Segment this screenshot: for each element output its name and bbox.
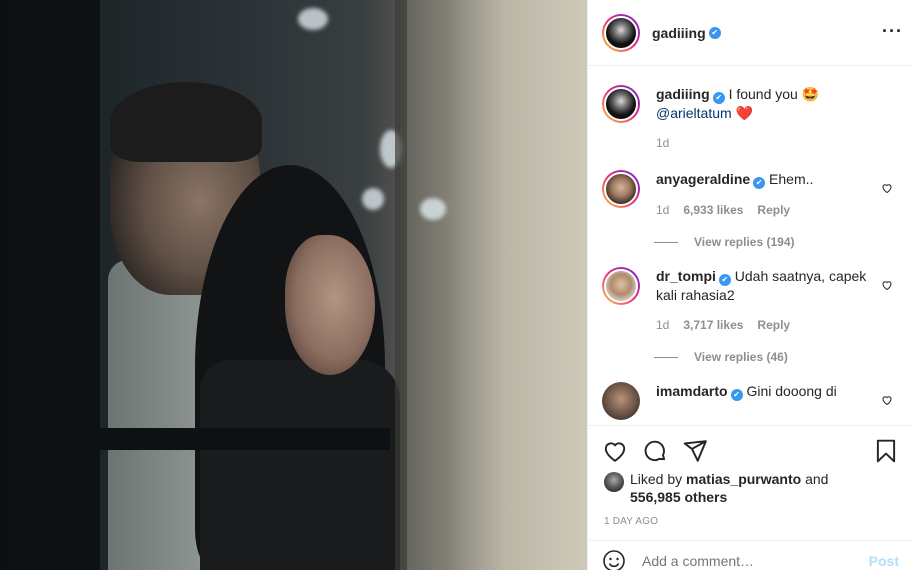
more-options-icon[interactable]: ··· xyxy=(882,22,903,40)
star-struck-emoji: 🤩 xyxy=(801,86,820,102)
author-avatar[interactable] xyxy=(602,13,640,52)
photo-frame-right xyxy=(395,0,407,570)
comment-item: imamdarto ✔ Gini dooong di xyxy=(602,364,899,420)
commenter-username[interactable]: imamdarto xyxy=(656,383,728,399)
caption-text: I found you xyxy=(728,86,798,102)
comment-text: Ehem.. xyxy=(769,171,814,187)
comment-input[interactable] xyxy=(642,552,869,569)
bookmark-icon[interactable] xyxy=(873,438,899,464)
action-bar xyxy=(588,425,913,475)
comment-likes-count[interactable]: 6,933 likes xyxy=(683,201,743,219)
comment-bubble-icon[interactable] xyxy=(642,438,668,464)
photo-bokeh xyxy=(298,8,328,30)
like-heart-icon[interactable] xyxy=(602,438,628,464)
post-photo[interactable] xyxy=(0,0,587,570)
red-heart-emoji: ❤️ xyxy=(735,105,754,121)
post-comment-button[interactable]: Post xyxy=(869,553,899,569)
photo-frame-left xyxy=(0,0,100,570)
view-replies-button[interactable]: View replies (46) xyxy=(654,350,899,364)
like-comment-heart-icon[interactable] xyxy=(881,182,893,194)
add-comment-bar: Post xyxy=(588,540,913,570)
post-timestamp[interactable]: 1 DAY AGO xyxy=(604,516,658,527)
post-header: gadiiing ✔ ··· xyxy=(588,0,913,66)
caption-time[interactable]: 1d xyxy=(656,134,669,152)
like-comment-heart-icon[interactable] xyxy=(881,394,893,406)
photo-woman-face xyxy=(285,235,375,375)
comment-time[interactable]: 1d xyxy=(656,316,669,334)
verified-badge-icon: ✔ xyxy=(718,274,731,286)
view-replies-label: View replies (46) xyxy=(694,350,788,364)
likes-others-count[interactable]: 556,985 others xyxy=(630,489,727,505)
post-side-panel: gadiiing ✔ ··· gadiiing ✔ I found you 🤩 @… xyxy=(587,0,913,570)
reply-button[interactable]: Reply xyxy=(757,316,790,334)
comment-item: dr_tompi ✔ Udah saatnya, capek kali rahas… xyxy=(602,249,899,334)
view-replies-label: View replies (194) xyxy=(694,235,795,249)
verified-badge-icon: ✔ xyxy=(708,26,721,39)
share-send-icon[interactable] xyxy=(682,438,708,464)
liker-username[interactable]: matias_purwanto xyxy=(686,471,801,487)
liked-by-summary: Liked by matias_purwanto and 556,985 oth… xyxy=(604,470,899,506)
photo-window-light xyxy=(400,0,587,570)
verified-badge-icon: ✔ xyxy=(753,177,766,189)
liker-avatar[interactable] xyxy=(604,472,624,492)
comment-likes-count[interactable]: 3,717 likes xyxy=(683,316,743,334)
view-replies-button[interactable]: View replies (194) xyxy=(654,235,899,249)
verified-badge-icon: ✔ xyxy=(712,92,725,104)
comments-list[interactable]: gadiiing ✔ I found you 🤩 @arieltatum ❤️ 1… xyxy=(588,67,913,425)
verified-badge-icon: ✔ xyxy=(730,389,743,401)
caption-avatar[interactable] xyxy=(602,85,640,123)
photo-woman-body xyxy=(200,360,400,570)
comment-time[interactable]: 1d xyxy=(656,201,669,219)
photo-frame-horizontal xyxy=(90,428,390,450)
photo-bokeh xyxy=(362,188,384,210)
emoji-picker-icon[interactable] xyxy=(602,549,626,570)
commenter-username[interactable]: dr_tompi xyxy=(656,268,716,284)
liked-by-and: and xyxy=(805,471,829,487)
photo-bokeh xyxy=(420,198,446,220)
liked-by-prefix: Liked by xyxy=(630,471,683,487)
commenter-avatar[interactable] xyxy=(602,267,640,305)
reply-button[interactable]: Reply xyxy=(757,201,790,219)
caption-username[interactable]: gadiiing xyxy=(656,86,710,102)
caption-mention-link[interactable]: @arieltatum xyxy=(656,105,732,121)
commenter-avatar[interactable] xyxy=(602,382,640,420)
commenter-username[interactable]: anyageraldine xyxy=(656,171,750,187)
caption: gadiiing ✔ I found you 🤩 @arieltatum ❤️ 1… xyxy=(602,67,899,152)
comment-item: anyageraldine ✔ Ehem.. 1d 6,933 likes Rep… xyxy=(602,152,899,219)
like-comment-heart-icon[interactable] xyxy=(881,279,893,291)
commenter-avatar[interactable] xyxy=(602,170,640,208)
author-username[interactable]: gadiiing xyxy=(652,25,706,41)
photo-man-hair xyxy=(110,82,262,162)
comment-text: Gini dooong di xyxy=(746,383,837,399)
